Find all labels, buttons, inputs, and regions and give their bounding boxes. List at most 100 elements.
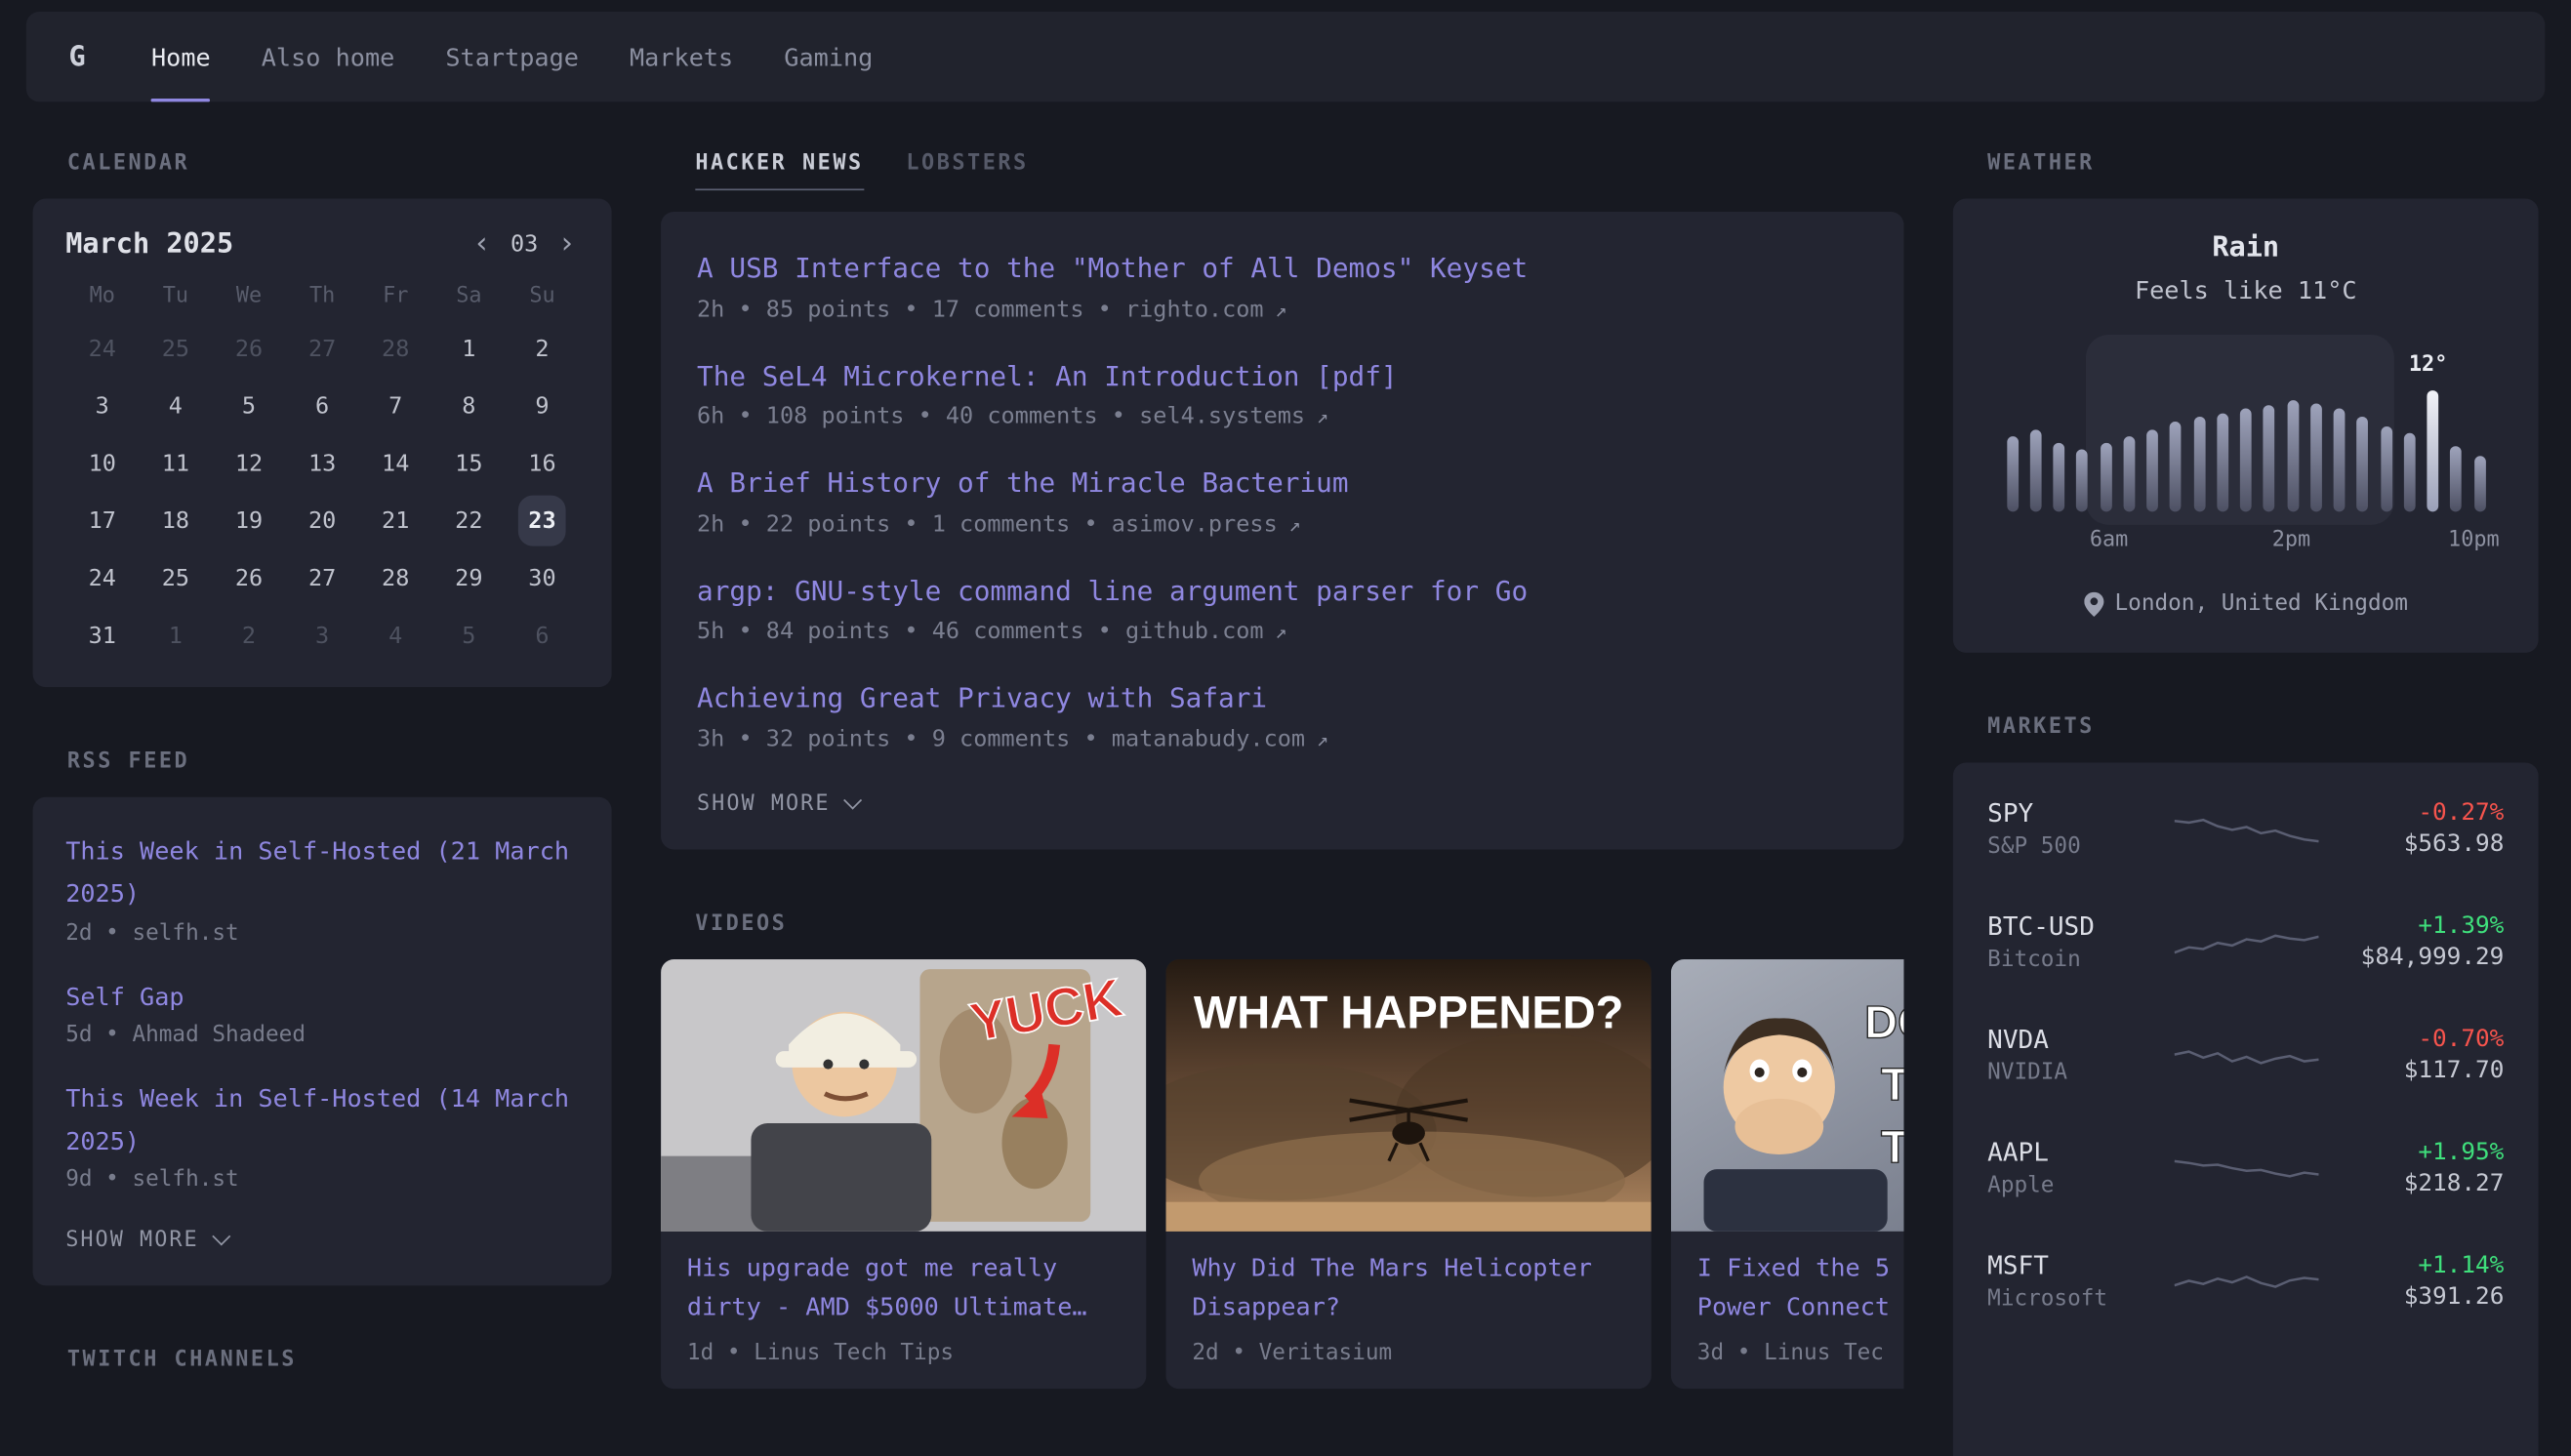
calendar-day[interactable]: 1 <box>432 320 506 378</box>
thumb-overlay-letter-1: DO <box>1864 995 1903 1047</box>
calendar-next-button[interactable]: › <box>554 229 579 259</box>
external-link-icon[interactable]: ↗ <box>1317 405 1328 428</box>
calendar-widget: March 2025 ‹ 03 › MoTuWeThFrSaSu 2425262… <box>33 199 612 688</box>
calendar-day[interactable]: 28 <box>359 320 432 378</box>
tab-lobsters[interactable]: LOBSTERS <box>906 151 1028 189</box>
nav-tab-markets[interactable]: Markets <box>630 12 733 101</box>
rss-show-more-button[interactable]: SHOW MORE <box>65 1229 228 1253</box>
calendar-prev-button[interactable]: ‹ <box>469 229 494 259</box>
calendar-day[interactable]: 2 <box>506 320 579 378</box>
calendar-day[interactable]: 30 <box>506 549 579 607</box>
external-link-icon[interactable]: ↗ <box>1275 298 1286 321</box>
video-body: I Fixed the 5 Power Connect 3d • Linus T… <box>1671 1232 1904 1389</box>
news-item-title[interactable]: A Brief History of the Miracle Bacterium <box>697 463 1868 505</box>
rss-item-title[interactable]: Self Gap <box>65 975 579 1018</box>
news-item: A Brief History of the Miracle Bacterium… <box>697 463 1868 538</box>
market-sparkline-wrap <box>2167 1255 2324 1308</box>
calendar-day[interactable]: 27 <box>286 549 359 607</box>
calendar-day[interactable]: 24 <box>65 320 139 378</box>
external-link-icon[interactable]: ↗ <box>1317 728 1328 751</box>
calendar-day[interactable]: 14 <box>359 434 432 492</box>
market-row-btc-usd[interactable]: BTC-USDBitcoin +1.39%$84,999.29 <box>1987 885 2504 998</box>
calendar-day[interactable]: 2 <box>212 607 285 665</box>
news-item-title[interactable]: argp: GNU-style command line argument pa… <box>697 570 1868 612</box>
weather-bar <box>2264 405 2275 511</box>
news-item-title[interactable]: The SeL4 Microkernel: An Introduction [p… <box>697 355 1868 397</box>
video-thumbnail-1[interactable]: YUCK <box>661 959 1146 1232</box>
calendar-day[interactable]: 3 <box>286 607 359 665</box>
nav-tab-startpage[interactable]: Startpage <box>445 12 579 101</box>
calendar-day[interactable]: 28 <box>359 549 432 607</box>
market-ticker: BTC-USD <box>1987 911 2167 941</box>
external-link-icon[interactable]: ↗ <box>1289 513 1301 537</box>
news-item-title[interactable]: A USB Interface to the "Mother of All De… <box>697 248 1868 290</box>
calendar-day[interactable]: 12 <box>212 434 285 492</box>
left-column: CALENDAR March 2025 ‹ 03 › MoTuWeThFrSaS… <box>33 151 612 1456</box>
calendar-day[interactable]: 6 <box>506 607 579 665</box>
calendar-day[interactable]: 8 <box>432 378 506 435</box>
rss-item-meta: 2d • selfh.st <box>65 919 579 946</box>
tab-hacker-news[interactable]: HACKER NEWS <box>695 151 863 190</box>
calendar-day[interactable]: 25 <box>139 320 212 378</box>
calendar-day[interactable]: 6 <box>286 378 359 435</box>
app-logo[interactable]: G <box>69 12 86 101</box>
calendar-day[interactable]: 13 <box>286 434 359 492</box>
market-values: +1.14%$391.26 <box>2324 1253 2504 1311</box>
video-title[interactable]: His upgrade got me really dirty - AMD $5… <box>687 1247 1121 1326</box>
weather-hourly-chart: 12°6am2pm10pm <box>2006 361 2485 512</box>
video-thumbnail-2[interactable]: WHAT HAPPENED? <box>1165 959 1651 1232</box>
weather-bar <box>2310 404 2322 512</box>
calendar-day[interactable]: 24 <box>65 549 139 607</box>
weather-bar <box>2334 409 2346 512</box>
video-thumbnail-3[interactable]: DO T T <box>1671 959 1904 1232</box>
video-title[interactable]: Why Did The Mars Helicopter Disappear? <box>1192 1247 1625 1326</box>
calendar-day-selected[interactable]: 23 <box>518 496 565 546</box>
twitch-section-title: TWITCH CHANNELS <box>67 1349 612 1375</box>
weather-feels-like: Feels like 11°C <box>1989 275 2503 304</box>
calendar-day[interactable]: 21 <box>359 492 432 549</box>
external-link-icon[interactable]: ↗ <box>1275 621 1286 644</box>
calendar-day[interactable]: 17 <box>65 492 139 549</box>
calendar-day[interactable]: 9 <box>506 378 579 435</box>
market-name: Apple <box>1987 1172 2167 1198</box>
video-title[interactable]: I Fixed the 5 Power Connect <box>1697 1247 1904 1326</box>
calendar-day[interactable]: 29 <box>432 549 506 607</box>
rss-item: This Week in Self-Hosted (14 March 2025)… <box>65 1077 579 1193</box>
calendar-day[interactable]: 16 <box>506 434 579 492</box>
market-values: +1.39%$84,999.29 <box>2324 913 2504 971</box>
market-row-msft[interactable]: MSFTMicrosoft+1.14%$391.26 <box>1987 1225 2504 1338</box>
news-item-title[interactable]: Achieving Great Privacy with Safari <box>697 678 1868 720</box>
rss-item-title[interactable]: This Week in Self-Hosted (14 March 2025) <box>65 1077 579 1163</box>
nav-tab-also-home[interactable]: Also home <box>262 12 395 101</box>
calendar-day[interactable]: 27 <box>286 320 359 378</box>
calendar-day[interactable]: 7 <box>359 378 432 435</box>
market-row-aapl[interactable]: AAPLApple+1.95%$218.27 <box>1987 1112 2504 1225</box>
calendar-month-number[interactable]: 03 <box>510 231 538 258</box>
nav-tab-gaming[interactable]: Gaming <box>784 12 873 101</box>
calendar-day[interactable]: 25 <box>139 549 212 607</box>
calendar-day[interactable]: 10 <box>65 434 139 492</box>
calendar-day[interactable]: 15 <box>432 434 506 492</box>
calendar-day[interactable]: 5 <box>212 378 285 435</box>
calendar-day[interactable]: 26 <box>212 549 285 607</box>
calendar-day[interactable]: 22 <box>432 492 506 549</box>
market-ticker-block: BTC-USDBitcoin <box>1987 911 2167 972</box>
calendar-day[interactable]: 4 <box>139 378 212 435</box>
calendar-day[interactable]: 4 <box>359 607 432 665</box>
calendar-day[interactable]: 3 <box>65 378 139 435</box>
news-item-meta-text: 6h • 108 points • 40 comments • sel4.sys… <box>697 404 1305 430</box>
nav-tab-home[interactable]: Home <box>151 12 211 101</box>
calendar-day[interactable]: 19 <box>212 492 285 549</box>
calendar-day[interactable]: 20 <box>286 492 359 549</box>
calendar-day[interactable]: 1 <box>139 607 212 665</box>
calendar-day[interactable]: 11 <box>139 434 212 492</box>
rss-item-title[interactable]: This Week in Self-Hosted (21 March 2025) <box>65 829 579 915</box>
market-price: $218.27 <box>2324 1171 2504 1197</box>
calendar-day[interactable]: 18 <box>139 492 212 549</box>
market-row-nvda[interactable]: NVDANVIDIA-0.70%$117.70 <box>1987 998 2504 1112</box>
calendar-day[interactable]: 31 <box>65 607 139 665</box>
calendar-day[interactable]: 26 <box>212 320 285 378</box>
news-show-more-button[interactable]: SHOW MORE <box>697 791 860 816</box>
calendar-day[interactable]: 5 <box>432 607 506 665</box>
market-row-spy[interactable]: SPYS&P 500-0.27%$563.98 <box>1987 773 2504 886</box>
